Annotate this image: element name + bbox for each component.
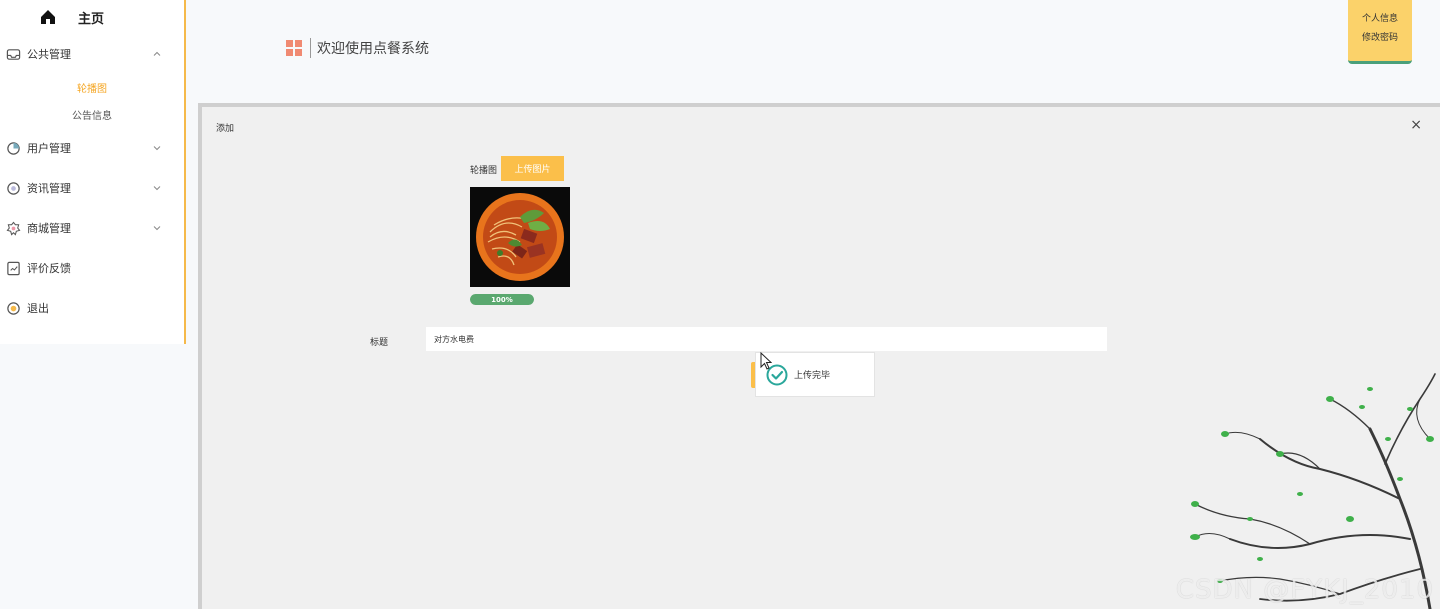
pie-chart-icon — [6, 141, 21, 156]
toast-message: 上传完毕 — [794, 371, 831, 381]
grid-icon — [286, 40, 302, 56]
welcome-text: 欢迎使用点餐系统 — [317, 41, 429, 57]
uploaded-image-preview — [470, 187, 570, 287]
watermark: CSDN @FYKJ_2010 — [1175, 575, 1434, 605]
sidebar-item-shop[interactable]: 商城管理 — [0, 208, 184, 248]
sidebar-item-label: 商城管理 — [27, 222, 71, 235]
title-divider — [310, 38, 311, 58]
feedback-icon — [6, 261, 21, 276]
upload-progress-fill: 100% — [470, 294, 534, 305]
sidebar-item-public[interactable]: 公共管理 — [0, 34, 184, 74]
home-label: 主页 — [78, 11, 105, 27]
sidebar-item-label: 公共管理 — [27, 48, 71, 61]
sidebar-item-feedback[interactable]: 评价反馈 — [0, 248, 184, 288]
sidebar-item-label: 资讯管理 — [27, 182, 71, 195]
upload-image-button[interactable]: 上传图片 — [501, 156, 564, 181]
chevron-down-icon — [153, 186, 161, 191]
mouse-cursor-icon — [760, 352, 772, 370]
sidebar: 主页 公共管理 轮播图 公告信息 用户管理 资讯管理 商城管理 评价反馈 退出 — [0, 0, 186, 344]
title-field-label: 标题 — [370, 338, 389, 348]
sidebar-item-news[interactable]: 资讯管理 — [0, 168, 184, 208]
change-password-link[interactable]: 修改密码 — [1348, 30, 1412, 60]
title-input[interactable] — [426, 327, 1107, 351]
sidebar-item-label: 退出 — [27, 302, 49, 315]
chevron-down-icon — [153, 146, 161, 151]
page-title: 欢迎使用点餐系统 — [286, 38, 429, 58]
shop-icon — [6, 221, 21, 236]
home-icon — [41, 10, 55, 24]
sidebar-item-exit[interactable]: 退出 — [0, 288, 184, 328]
chevron-up-icon — [153, 51, 161, 56]
header: 欢迎使用点餐系统 个人信息 修改密码 — [188, 0, 1440, 100]
progress-text: 100% — [491, 295, 513, 304]
dialog-title: 添加 — [216, 124, 235, 134]
profile-link[interactable]: 个人信息 — [1348, 0, 1412, 30]
close-icon[interactable]: × — [1410, 117, 1422, 133]
tree-decoration — [1190, 373, 1436, 609]
submenu-item-announcement[interactable]: 公告信息 — [0, 101, 184, 128]
user-menu: 个人信息 修改密码 — [1348, 0, 1412, 64]
sidebar-item-label: 评价反馈 — [27, 262, 71, 275]
sidebar-home[interactable]: 主页 — [0, 0, 184, 34]
sidebar-item-users[interactable]: 用户管理 — [0, 128, 184, 168]
upload-progress-bar: 100% — [470, 294, 534, 305]
news-icon — [6, 181, 21, 196]
inbox-icon — [6, 47, 21, 62]
submenu-item-carousel[interactable]: 轮播图 — [0, 74, 184, 101]
exit-icon — [6, 301, 21, 316]
image-field-label: 轮播图 — [470, 166, 498, 176]
upload-toast: 上传完毕 — [755, 352, 875, 397]
sidebar-item-label: 用户管理 — [27, 142, 71, 155]
chevron-down-icon — [153, 226, 161, 231]
